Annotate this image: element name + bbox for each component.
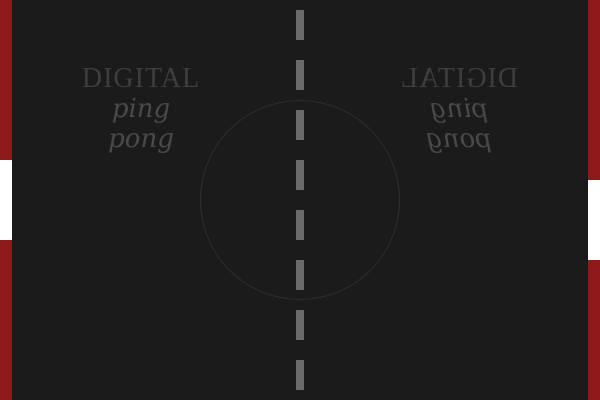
right-paddle[interactable] (588, 180, 600, 260)
ping-pong-table: DIGITAL ping pong DIGITAL ping pong (0, 0, 600, 400)
logo-subtitle: ping pong (426, 94, 492, 154)
game-logo-left: DIGITAL ping pong (76, 63, 206, 155)
left-paddle[interactable] (0, 160, 12, 240)
net-dash (296, 10, 304, 40)
logo-subtitle: ping pong (108, 94, 174, 154)
net-dash (296, 160, 304, 190)
net-dash (296, 310, 304, 340)
net-dash (296, 360, 304, 390)
net-dash (296, 110, 304, 140)
logo-title: DIGITAL (81, 63, 201, 94)
net-dash (296, 210, 304, 240)
net-dash (296, 260, 304, 290)
game-logo-right-mirrored: DIGITAL ping pong (394, 63, 524, 154)
center-net (296, 10, 304, 390)
logo-title: DIGITAL (399, 63, 519, 94)
net-dash (296, 60, 304, 90)
